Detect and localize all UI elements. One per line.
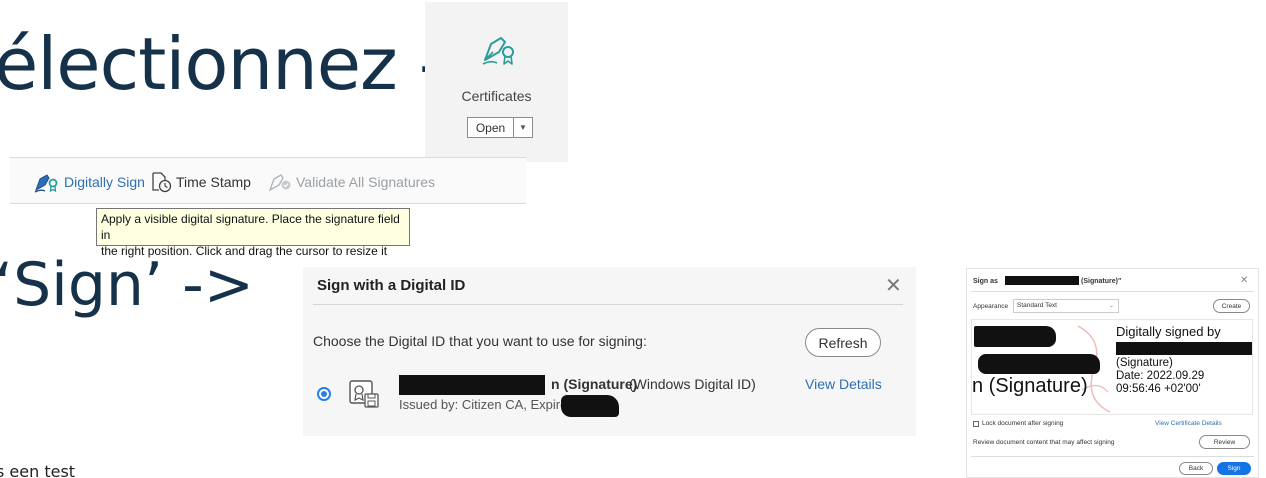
open-button-label[interactable]: Open (468, 118, 514, 137)
signature-preview: n (Signature) Digitally signed by (Signa… (971, 319, 1253, 415)
certificate-pen-icon[interactable] (479, 30, 519, 70)
review-content-label: Review document content that may affect … (973, 439, 1115, 446)
preview-date: Date: 2022.09.29 (1116, 370, 1205, 382)
digital-id-name[interactable]: n (Signature) (551, 376, 637, 392)
refresh-button[interactable]: Refresh (805, 328, 881, 357)
certificates-open-button[interactable]: Open ▼ (467, 117, 533, 138)
digitally-sign-button[interactable]: Digitally Sign (34, 169, 145, 195)
time-stamp-label[interactable]: Time Stamp (176, 174, 251, 190)
checkbox-box[interactable] (973, 420, 979, 427)
validate-all-signatures-button[interactable]: Validate All Signatures (268, 169, 435, 195)
chevron-down-icon[interactable]: ⌄ (1109, 300, 1114, 312)
review-button[interactable]: Review (1199, 435, 1250, 449)
certificates-label: Certificates (461, 88, 532, 104)
sign-as-dialog: Sign as (Signature)" ✕ Appearance Standa… (966, 268, 1259, 478)
sign-as-title-suffix: (Signature)" (1081, 278, 1122, 285)
time-stamp-icon (152, 172, 172, 193)
view-certificate-details-link[interactable]: View Certificate Details (1155, 420, 1222, 427)
redacted-preview-name-1 (974, 326, 1056, 347)
preview-digitally-signed-by: Digitally signed by (1116, 324, 1221, 339)
digital-id-card-icon (349, 380, 379, 408)
redacted-preview-signer (1116, 342, 1252, 355)
digital-id-type[interactable]: (Windows Digital ID) (629, 376, 756, 392)
digitally-sign-label[interactable]: Digitally Sign (64, 174, 145, 190)
close-icon[interactable]: ✕ (885, 273, 902, 298)
lock-document-checkbox[interactable]: Lock document after signing (973, 420, 1063, 427)
digitally-sign-tooltip: Apply a visible digital signature. Place… (96, 208, 410, 258)
slide-text-cut: s een test (0, 462, 76, 478)
tooltip-line-1: Apply a visible digital signature. Place… (101, 212, 400, 242)
digital-id-radio[interactable] (317, 387, 331, 401)
preview-time: 09:56:46 +02'00' (1116, 383, 1201, 395)
validate-signatures-icon (268, 174, 291, 192)
dialog-divider (971, 291, 1254, 292)
preview-signer-name: n (Signature) (972, 375, 1088, 397)
digital-id-issuer: Issued by: Citizen CA, Expires: (399, 397, 578, 412)
back-button[interactable]: Back (1179, 462, 1213, 475)
preview-signature-label: (Signature) (1116, 357, 1173, 369)
slide-text-sign: ‘Sign’ -> (0, 250, 255, 320)
redacted-title-name (1005, 276, 1079, 285)
signature-toolbar: Digitally Sign Time Stamp Validate All S… (10, 157, 526, 204)
dialog-prompt: Choose the Digital ID that you want to u… (313, 333, 647, 349)
chevron-down-icon[interactable]: ▼ (514, 118, 532, 137)
redacted-name (399, 375, 545, 395)
sign-with-digital-id-dialog: Sign with a Digital ID ✕ Choose the Digi… (303, 267, 916, 436)
appearance-label: Appearance (973, 303, 1009, 310)
sign-button[interactable]: Sign (1217, 462, 1251, 475)
time-stamp-button[interactable]: Time Stamp (150, 169, 251, 195)
dialog-title: Sign with a Digital ID (317, 277, 466, 294)
tooltip-line-2: the right position. Click and drag the c… (101, 244, 388, 258)
lock-document-label[interactable]: Lock document after signing (982, 420, 1063, 427)
dialog-divider (313, 304, 903, 305)
validate-all-label[interactable]: Validate All Signatures (296, 174, 435, 190)
redacted-expiry (561, 395, 619, 417)
create-button[interactable]: Create (1213, 299, 1250, 313)
digitally-sign-icon (34, 174, 58, 193)
sign-as-title-prefix: Sign as (973, 278, 998, 285)
appearance-select[interactable]: Standard Text ⌄ (1013, 299, 1119, 313)
redacted-preview-name-2 (978, 354, 1100, 374)
dialog-divider-bottom (971, 456, 1254, 457)
appearance-value[interactable]: Standard Text (1017, 302, 1057, 309)
certificates-panel: Certificates Open ▼ (425, 2, 568, 162)
close-icon[interactable]: ✕ (1240, 275, 1248, 286)
view-details-link[interactable]: View Details (805, 376, 882, 392)
